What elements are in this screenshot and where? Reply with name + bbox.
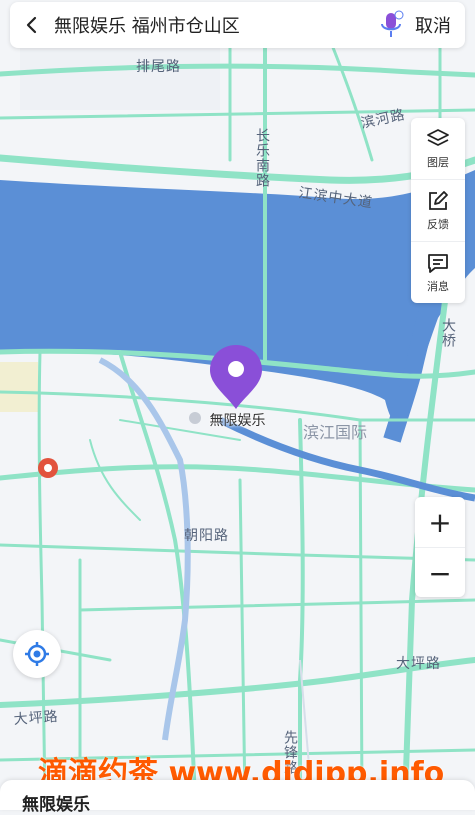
chevron-left-icon	[26, 16, 37, 34]
road-label-daping-1: 大坪路	[396, 656, 441, 672]
zoom-control: + −	[415, 497, 465, 597]
message-button[interactable]: 消息	[411, 242, 465, 303]
road-label-paiwei: 排尾路	[136, 59, 181, 75]
feedback-icon	[429, 191, 448, 210]
layers-button[interactable]: 图层	[411, 118, 465, 180]
road-label-changle-south: 长乐南路	[254, 128, 270, 188]
voice-search-button[interactable]	[371, 2, 411, 48]
bottom-sheet[interactable]: 無限娱乐	[0, 780, 475, 815]
road-label-chaoyang: 朝阳路	[184, 528, 229, 544]
message-label: 消息	[427, 280, 449, 293]
feedback-button[interactable]: 反馈	[411, 180, 465, 242]
zoom-in-button[interactable]: +	[415, 497, 465, 548]
microphone-icon	[381, 10, 404, 37]
search-bar[interactable]: 無限娱乐 福州市仓山区 取消	[10, 2, 465, 48]
map-toolbox: 图层 反馈 消息	[411, 118, 465, 303]
layers-label: 图层	[427, 156, 449, 169]
road-label-daping-2: 大坪路	[13, 709, 59, 728]
locate-me-button[interactable]	[13, 630, 61, 678]
road-label-bridge: 大桥	[440, 318, 456, 348]
message-icon	[428, 254, 448, 273]
location-pin[interactable]	[207, 343, 265, 411]
map-pin-icon	[210, 345, 262, 409]
pin-label: 無限娱乐	[209, 413, 266, 429]
cancel-button[interactable]: 取消	[411, 12, 465, 38]
sheet-title: 無限娱乐	[22, 795, 90, 815]
back-button[interactable]	[10, 2, 54, 48]
feedback-label: 反馈	[427, 218, 449, 231]
layers-icon	[427, 129, 449, 146]
land-block	[0, 362, 38, 412]
zoom-out-button[interactable]: −	[415, 548, 465, 598]
search-query-text[interactable]: 無限娱乐 福州市仓山区	[54, 12, 371, 38]
crosshair-icon	[25, 642, 49, 666]
poi-label-binjiang: 滨江国际	[303, 423, 367, 442]
poi-marker-icon[interactable]	[38, 458, 58, 478]
